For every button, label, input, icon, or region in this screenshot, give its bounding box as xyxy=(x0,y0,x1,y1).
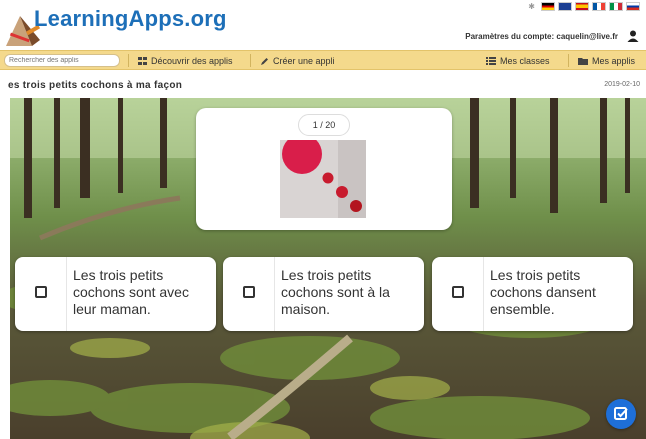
language-selector[interactable]: ✱ xyxy=(528,2,640,11)
search-input[interactable] xyxy=(4,54,120,67)
checkbox-column xyxy=(15,257,67,331)
spanish-flag-icon[interactable] xyxy=(575,2,589,11)
russian-flag-icon[interactable] xyxy=(626,2,640,11)
checkbox[interactable] xyxy=(35,286,47,298)
french-flag-icon[interactable] xyxy=(592,2,606,11)
main-navbar: Découvrir des applis Créer une appli Mes… xyxy=(0,50,646,70)
answer-text: Les trois petits cochons sont avec leur … xyxy=(73,267,189,317)
discover-apps-link[interactable]: Découvrir des applis xyxy=(138,51,233,71)
app-title-bar: es trois petits cochons à ma façon 2019-… xyxy=(0,71,646,98)
checkbox-column xyxy=(432,257,484,331)
answer-option-3[interactable]: Les trois petits cochons dansent ensembl… xyxy=(432,257,633,331)
checkbox[interactable] xyxy=(452,286,464,298)
folder-icon xyxy=(578,58,588,65)
my-apps-link[interactable]: Mes applis xyxy=(578,51,635,71)
nav-divider xyxy=(250,54,251,67)
question-counter: 1 / 20 xyxy=(298,114,350,136)
checkbox[interactable] xyxy=(243,286,255,298)
list-icon xyxy=(486,57,496,65)
question-card: 1 / 20 xyxy=(196,108,452,230)
my-classes-link[interactable]: Mes classes xyxy=(486,51,550,71)
answer-option-2[interactable]: Les trois petits cochons sont à la maiso… xyxy=(223,257,424,331)
pencil-icon xyxy=(261,57,268,65)
uk-flag-icon[interactable] xyxy=(558,2,572,11)
answer-text: Les trois petits cochons dansent ensembl… xyxy=(490,267,596,317)
nav-divider xyxy=(568,54,569,67)
my-apps-label: Mes applis xyxy=(592,55,636,66)
grid-icon xyxy=(138,57,147,65)
discover-apps-label: Découvrir des applis xyxy=(151,55,233,66)
gear-icon[interactable]: ✱ xyxy=(528,2,535,11)
app-date: 2019-02-10 xyxy=(604,81,640,88)
check-answer-button[interactable] xyxy=(606,399,636,429)
my-classes-label: Mes classes xyxy=(500,55,550,66)
answer-option-1[interactable]: Les trois petits cochons sont avec leur … xyxy=(15,257,216,331)
checkmark-edit-icon xyxy=(614,407,628,420)
nav-divider xyxy=(128,54,129,67)
user-icon[interactable] xyxy=(626,29,640,43)
german-flag-icon[interactable] xyxy=(541,2,555,11)
site-header: LearningApps.org ✱ Paramètres du compte:… xyxy=(0,0,646,50)
create-app-link[interactable]: Créer une appli xyxy=(260,51,335,71)
quiz-stage: 1 / 20 Les trois petits cochons sont ave… xyxy=(10,98,646,439)
italian-flag-icon[interactable] xyxy=(609,2,623,11)
checkbox-column xyxy=(223,257,275,331)
question-image[interactable] xyxy=(280,140,366,218)
app-title: es trois petits cochons à ma façon xyxy=(8,80,183,91)
create-app-label: Créer une appli xyxy=(273,55,335,66)
site-logo-text[interactable]: LearningApps.org xyxy=(34,6,227,32)
account-settings-link[interactable]: Paramètres du compte: caquelin@live.fr xyxy=(465,32,618,41)
answer-text: Les trois petits cochons sont à la maiso… xyxy=(281,267,390,317)
